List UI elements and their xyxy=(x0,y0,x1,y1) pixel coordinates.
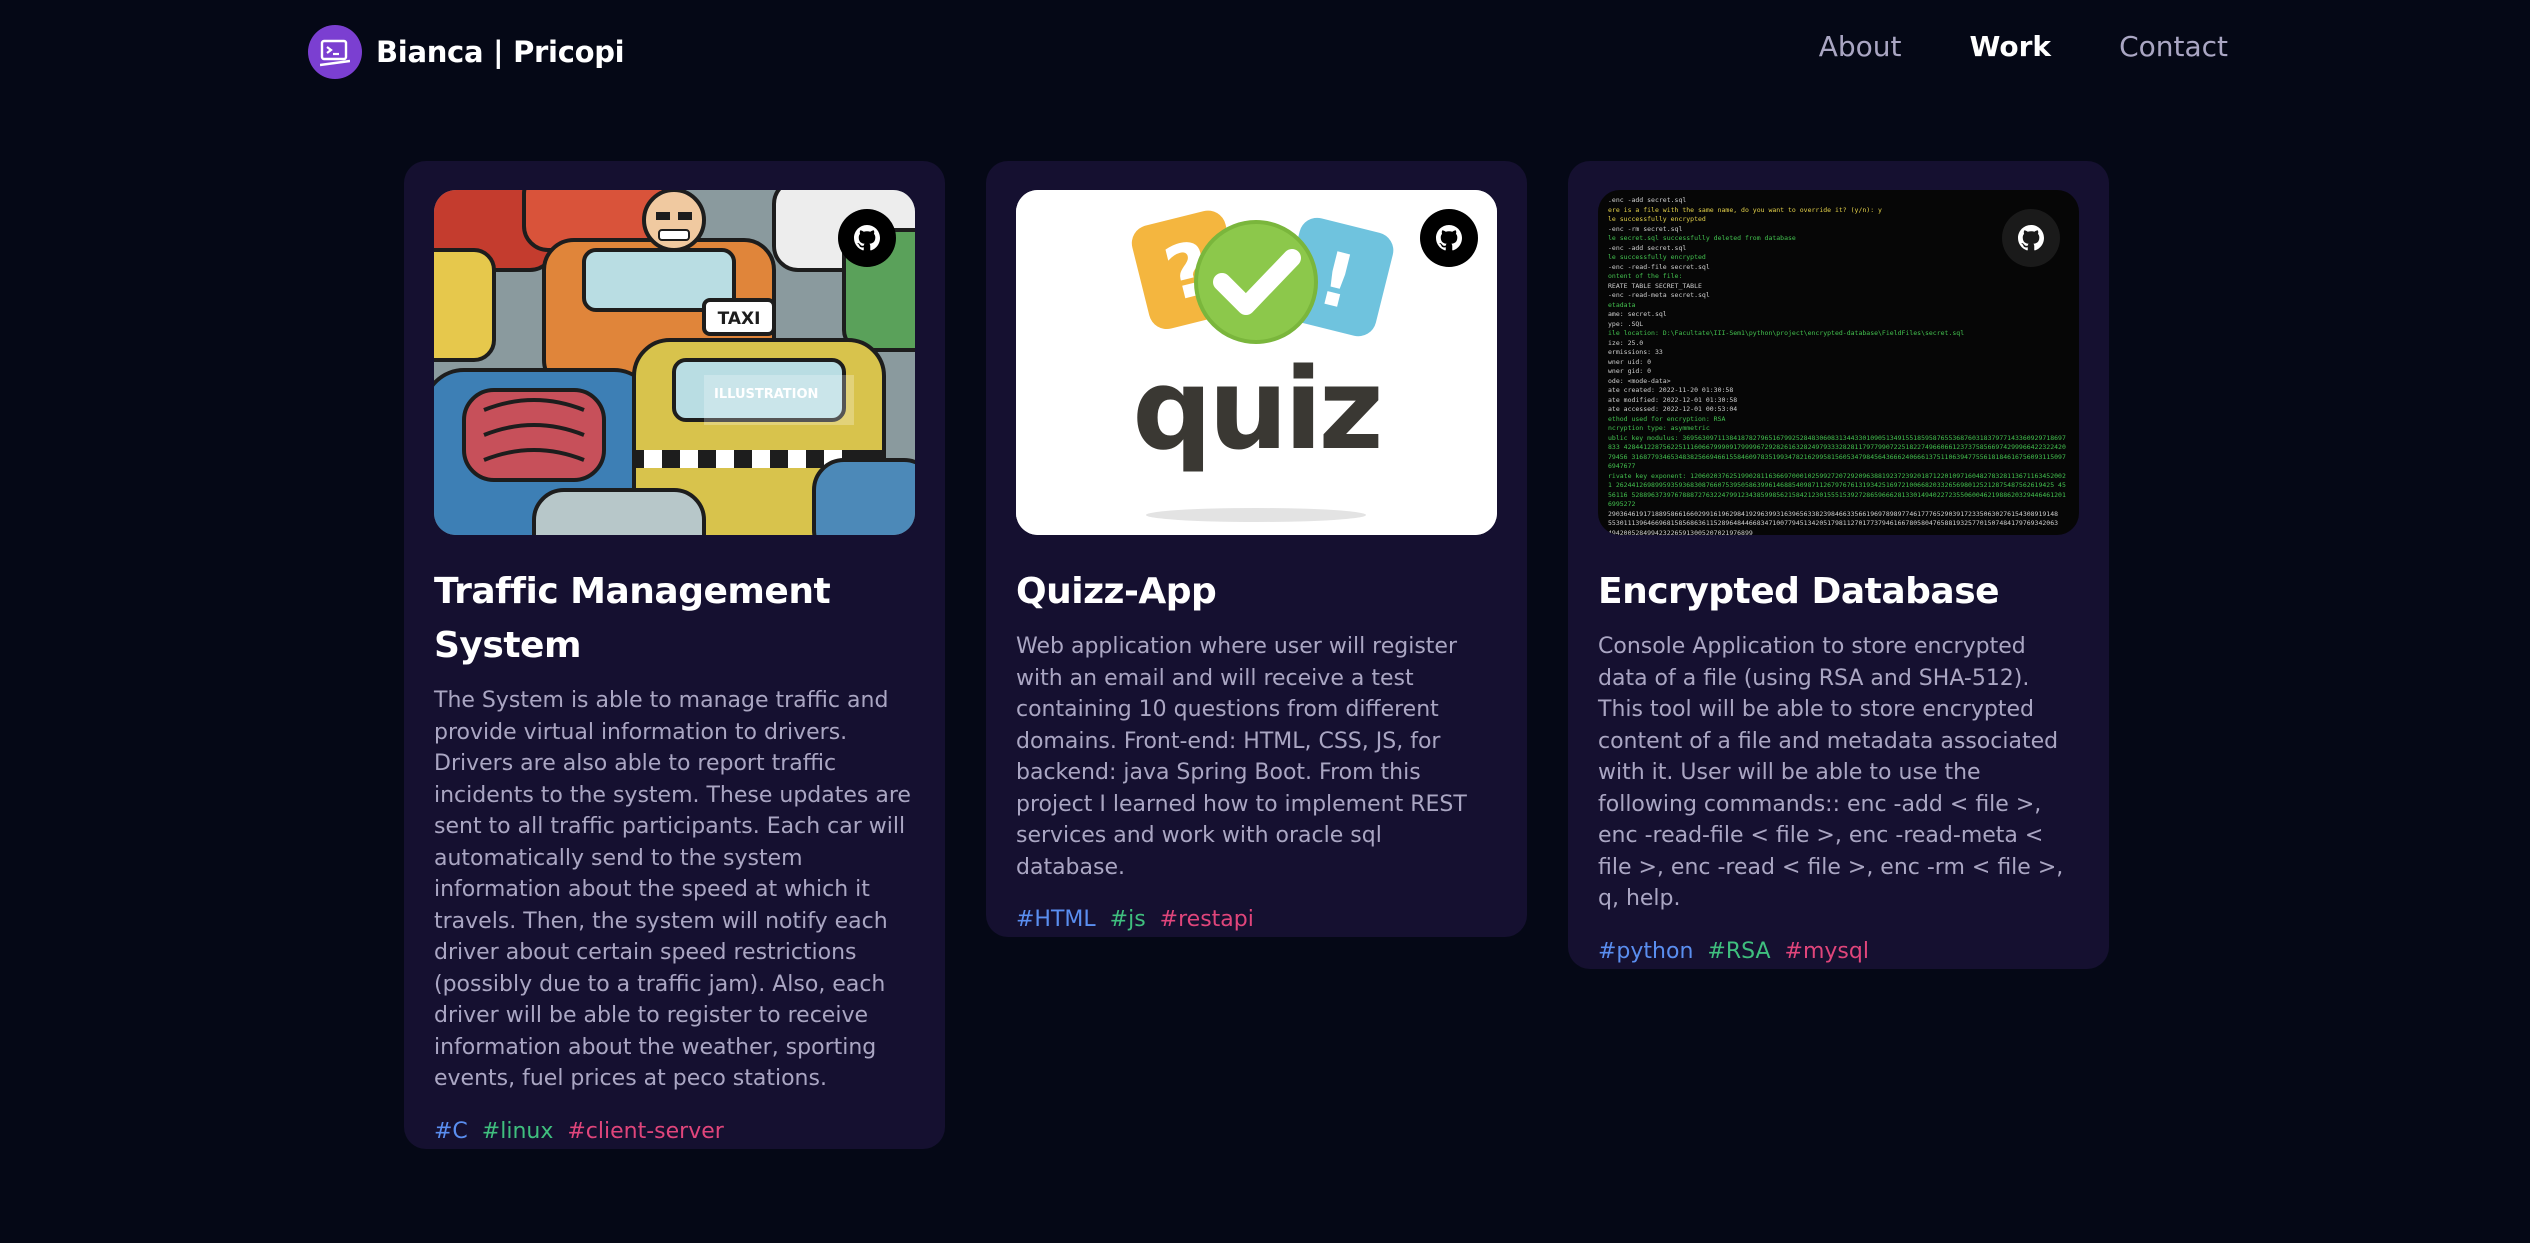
project-description: The System is able to manage traffic and… xyxy=(434,688,911,1091)
terminal-line: le successfully encrypted xyxy=(1608,253,1706,261)
github-link-button[interactable] xyxy=(2002,209,2060,267)
tag: #js xyxy=(1109,907,1146,932)
svg-text:TAXI: TAXI xyxy=(718,309,761,329)
terminal-line: 2903646191718895866166029916196298419296… xyxy=(1608,509,2059,518)
terminal-line: -enc -read-file secret.sql xyxy=(1608,262,1710,271)
project-tags: #HTML #js #restapi xyxy=(1016,907,1497,932)
nav-link-work[interactable]: Work xyxy=(1970,30,2052,63)
terminal-line: .enc -add secret.sql xyxy=(1608,196,1687,204)
project-title: Traffic Management System xyxy=(434,571,831,666)
quiz-wordmark: quiz xyxy=(1132,345,1379,475)
terminal-line: -enc -add secret.sql xyxy=(1608,243,1687,252)
project-title: Quizz-App xyxy=(1016,571,1217,612)
project-card-encrypted-db: .enc -add secret.sql ere is a file with t… xyxy=(1568,161,2109,969)
tag: #restapi xyxy=(1159,907,1254,932)
logo-text: Bianca | Pricopi xyxy=(376,35,625,69)
terminal-line: le successfully encrypted xyxy=(1608,215,1706,223)
terminal-line: ode: <mode-data> xyxy=(1608,376,1671,385)
project-tags: #python #RSA #mysql xyxy=(1598,939,2079,964)
navbar: Bianca | Pricopi About Work Contact xyxy=(0,0,2530,104)
project-image-traffic: TAXI ILLUSTRATION xyxy=(434,190,915,535)
github-icon xyxy=(2018,225,2044,251)
project-card-traffic: TAXI ILLUSTRATION Traffic Management Sys… xyxy=(404,161,945,1149)
terminal-line: 4942005284994232265913005207021976899 xyxy=(1608,528,1753,536)
terminal-line: ype: .SQL xyxy=(1608,319,1644,328)
tag: #python xyxy=(1598,938,1694,964)
terminal-line: le secret.sql successfully deleted from … xyxy=(1608,234,1796,242)
terminal-line: wner uid: 0 xyxy=(1608,357,1652,366)
nav-link-about[interactable]: About xyxy=(1819,30,1902,63)
terminal-line: -enc -read-meta secret.sql xyxy=(1608,291,1710,299)
logo-link[interactable]: Bianca | Pricopi xyxy=(308,25,625,79)
project-image-terminal: .enc -add secret.sql ere is a file with t… xyxy=(1598,190,2079,535)
terminal-line: ate modified: 2022-12-01 01:30:58 xyxy=(1608,395,1738,404)
tag: #linux xyxy=(481,1118,554,1144)
logo-icon xyxy=(308,25,362,79)
github-icon xyxy=(1436,225,1462,251)
github-link-button[interactable] xyxy=(1420,209,1478,267)
terminal-line: ile location: D:\Facultate\III-Sem1\pyth… xyxy=(1608,329,1965,337)
tag: #mysql xyxy=(1784,938,1869,964)
tag: #C xyxy=(434,1118,468,1144)
github-link-button[interactable] xyxy=(838,209,896,267)
terminal-line: ere is a file with the same name, do you… xyxy=(1608,205,1882,214)
project-image-quiz: ? ! quiz xyxy=(1016,190,1497,535)
terminal-line: ermissions: 33 xyxy=(1608,348,1663,356)
terminal-line: ate accessed: 2022-12-01 00:53:04 xyxy=(1608,405,1738,413)
project-description: Console Application to store encrypted d… xyxy=(1598,634,2064,911)
tag: #RSA xyxy=(1707,938,1771,964)
project-tags: #C #linux #client-server xyxy=(434,1119,915,1144)
terminal-line: ublic key modulus: 369563097113841878279… xyxy=(1608,433,2066,471)
project-card-quiz: ? ! quiz Quizz-App Web application where… xyxy=(986,161,1527,937)
terminal-line: ontent of the file: xyxy=(1608,272,1683,280)
terminal-line: 5530111396466968158568636115289648446683… xyxy=(1608,519,2059,527)
terminal-line: wner gid: 0 xyxy=(1608,367,1652,375)
github-icon xyxy=(854,225,880,251)
terminal-line: ate created: 2022-11-20 01:30:58 xyxy=(1608,386,1734,394)
tag: #client-server xyxy=(567,1118,724,1144)
terminal-line: etadata xyxy=(1608,300,1636,309)
watermark-text: ILLUSTRATION xyxy=(714,387,818,402)
project-description: Web application where user will register… xyxy=(1016,634,1467,880)
terminal-line: ncryption type: asymmetric xyxy=(1608,424,1710,432)
terminal-line: ethod used for encryption: RSA xyxy=(1608,414,1726,423)
terminal-line: REATE TABLE SECRET_TABLE xyxy=(1608,281,1702,290)
project-title: Encrypted Database xyxy=(1598,571,2000,612)
terminal-line: ize: 25.0 xyxy=(1608,338,1644,347)
terminal-line: -enc -rm secret.sql xyxy=(1608,224,1683,233)
nav-link-contact[interactable]: Contact xyxy=(2119,30,2228,63)
terminal-line: rivate key exponent: 1206020376251990281… xyxy=(1608,471,2066,509)
terminal-line: ame: secret.sql xyxy=(1608,310,1667,318)
nav-links: About Work Contact xyxy=(1819,30,2228,63)
tag: #HTML xyxy=(1016,907,1096,932)
